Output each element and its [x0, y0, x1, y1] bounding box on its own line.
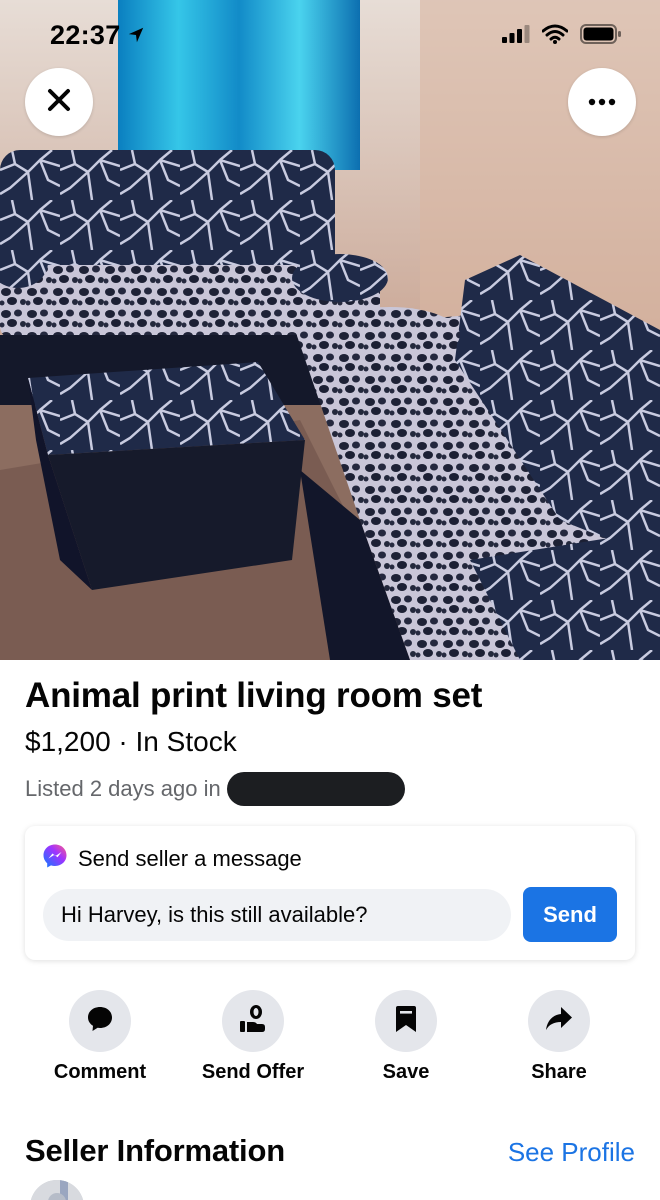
send-button[interactable]: Send [523, 887, 617, 942]
send-offer-button[interactable]: Send Offer [178, 990, 328, 1084]
save-label: Save [382, 1061, 430, 1083]
save-circle [375, 990, 437, 1052]
message-seller-card: Send seller a message Send [25, 826, 635, 960]
share-label: Share [531, 1061, 587, 1083]
location-arrow-icon [127, 20, 145, 51]
more-options-button[interactable] [568, 68, 636, 136]
more-dots-icon [588, 93, 616, 111]
messenger-icon [42, 843, 68, 875]
status-bar: 22:37 [0, 0, 660, 74]
redacted-location [226, 772, 405, 806]
message-input[interactable] [43, 889, 511, 941]
listing-price: $1,200 [25, 726, 111, 757]
price-line: $1,200 · In Stock [25, 726, 237, 758]
price-separator: · [118, 726, 128, 757]
cellular-signal-icon [502, 25, 530, 48]
availability-status: In Stock [135, 726, 237, 757]
offer-icon [237, 1003, 269, 1040]
share-button[interactable]: Share [484, 990, 634, 1084]
listing-photo[interactable]: 22:37 [0, 0, 660, 660]
battery-icon [580, 24, 622, 49]
comment-icon [85, 1004, 115, 1039]
close-icon [46, 87, 72, 118]
bookmark-icon [394, 1004, 418, 1039]
seller-avatar[interactable] [30, 1180, 84, 1200]
comment-label: Comment [53, 1061, 147, 1083]
listing-photo-image [0, 0, 660, 660]
close-button[interactable] [25, 68, 93, 136]
status-time: 22:37 [50, 20, 145, 51]
comment-button[interactable]: Comment [25, 990, 175, 1084]
message-card-header: Send seller a message [42, 843, 302, 875]
send-offer-circle [222, 990, 284, 1052]
avatar-image [30, 1180, 84, 1200]
seller-information-heading: Seller Information [25, 1133, 285, 1168]
listing-title: Animal print living room set [25, 676, 483, 715]
share-circle [528, 990, 590, 1052]
share-icon [544, 1005, 574, 1038]
status-time-text: 22:37 [50, 20, 121, 50]
comment-circle [69, 990, 131, 1052]
wifi-icon [541, 24, 569, 49]
send-offer-label: Send Offer [201, 1061, 305, 1083]
save-button[interactable]: Save [331, 990, 481, 1084]
action-row: Comment Send Offer Save Share [0, 990, 660, 1090]
listed-line: Listed 2 days ago in [25, 772, 405, 806]
status-icons [502, 24, 622, 49]
listed-time-text: Listed 2 days ago in [25, 776, 221, 801]
message-card-title: Send seller a message [78, 846, 302, 871]
see-profile-link[interactable]: See Profile [508, 1137, 635, 1168]
